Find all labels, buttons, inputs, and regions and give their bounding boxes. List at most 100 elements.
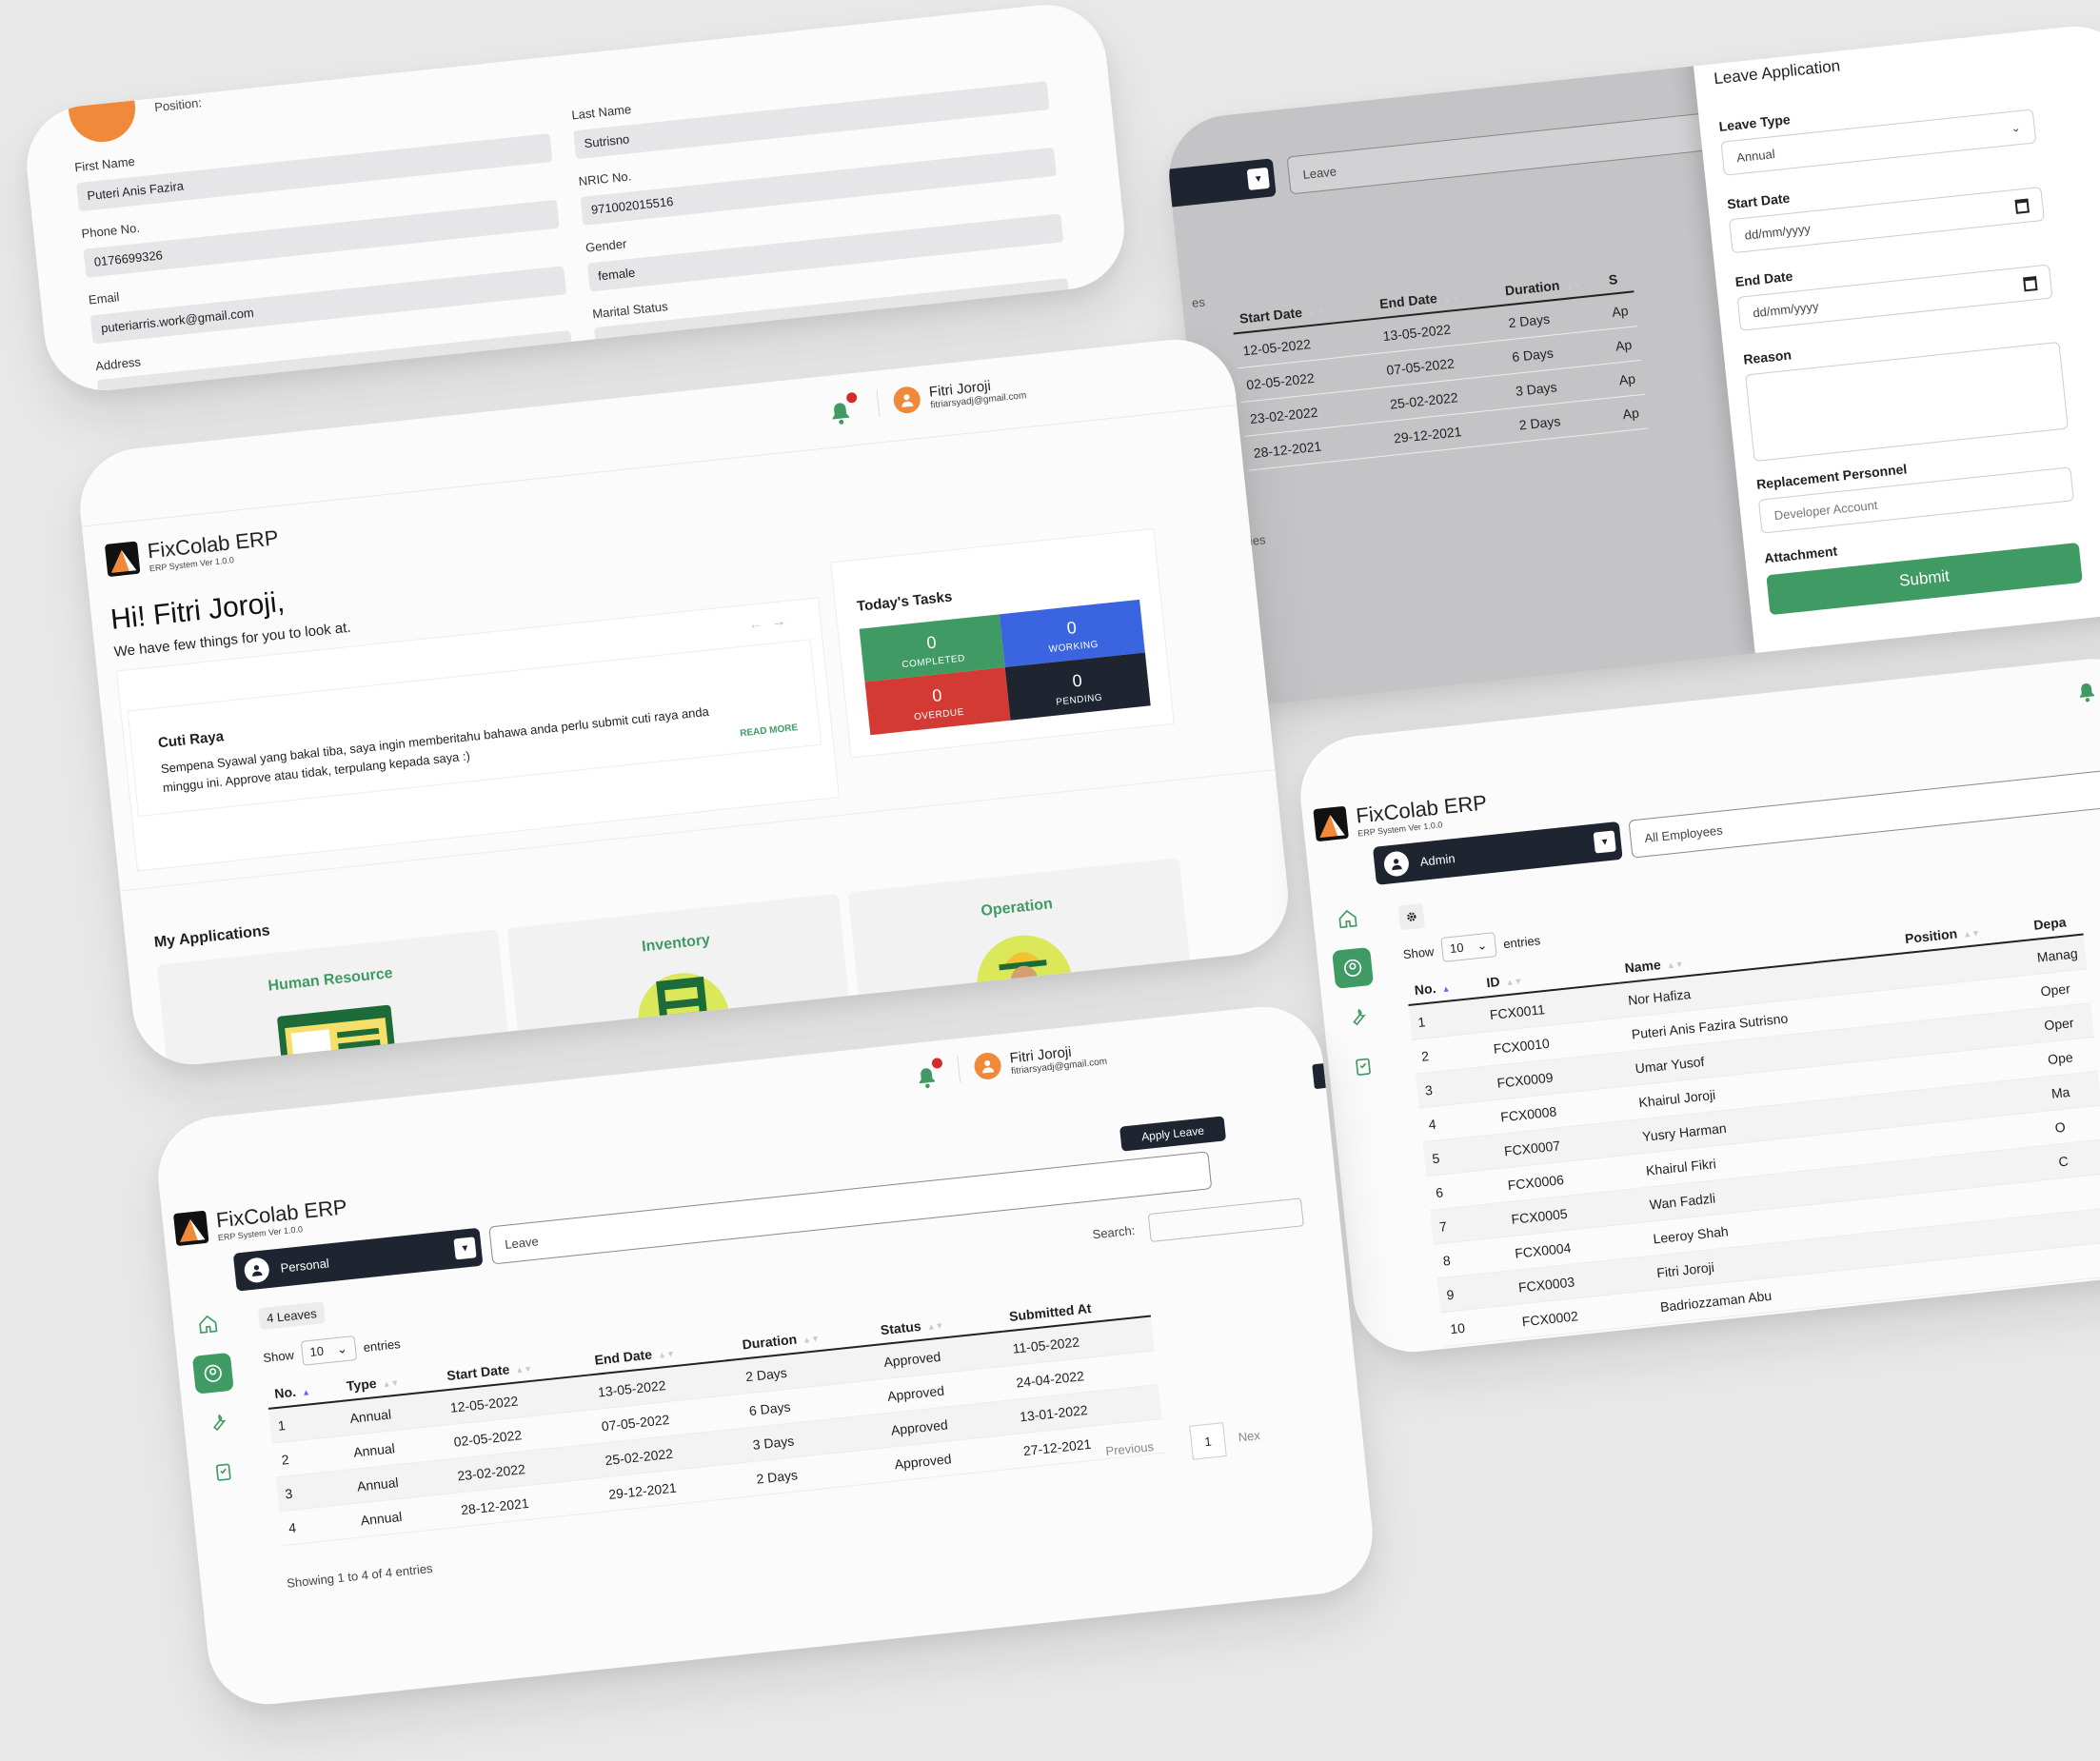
wrench-icon (213, 1414, 227, 1432)
employees-table: No. ▲ ID ▲▼ Name ▲▼ Position ▲▼ Depa 1 FCX001… (1405, 906, 2100, 1347)
reason-textarea[interactable] (1745, 341, 2069, 463)
first-name-field[interactable]: Puteri Anis Fazira (76, 133, 553, 212)
attachment-label: Attachment (1763, 543, 1838, 566)
role-select[interactable]: ▼ (1163, 158, 1277, 211)
start-date-label: Start Date (1726, 189, 1791, 212)
brand-logo[interactable]: FixColab ERP ERP System Ver 1.0.0 (171, 1194, 349, 1248)
email-label: Email (88, 289, 121, 307)
gender-label: Gender (584, 236, 628, 255)
calendar-icon[interactable] (2022, 275, 2038, 291)
bell-icon (2079, 683, 2095, 702)
home-icon (1338, 909, 1357, 929)
user-icon (1382, 850, 1411, 878)
human-resource-icon (277, 1004, 399, 1071)
sidebar-personal[interactable] (191, 1352, 234, 1395)
carousel-next-arrow[interactable]: → (771, 613, 787, 630)
sidebar-tools[interactable] (1337, 997, 1379, 1039)
profile-avatar (65, 71, 139, 146)
read-more-link[interactable]: READ MORE (740, 722, 799, 739)
phone-field[interactable]: 0176699326 (83, 199, 560, 278)
calendar-icon[interactable] (2014, 197, 2030, 214)
brand-logo[interactable]: FixColab ERP ERP System Ver 1.0.0 (103, 524, 281, 579)
sidebar-home[interactable] (1327, 898, 1369, 940)
employee-filter-select[interactable]: All Employees (1628, 764, 2100, 859)
email-field[interactable]: puteriarris.work@gmail.com (89, 266, 567, 345)
announcement-body: Sempena Syawal yang bakal tiba, saya ing… (160, 703, 710, 796)
app-inventory[interactable]: Inventory (506, 893, 855, 1071)
last-name-label: Last Name (570, 102, 632, 123)
user-menu[interactable]: Fitri Joroji fitriarsyadj@gmail.com (876, 374, 1027, 417)
employees-panel: FixColab ERP ERP System Ver 1.0.0 Admin … (1295, 652, 2100, 1358)
app-operation[interactable]: Operation (847, 858, 1196, 1044)
page-length-select[interactable]: 10 ⌄ (300, 1336, 358, 1366)
position-label: Position: (153, 95, 203, 115)
notification-dot (931, 1057, 943, 1070)
leave-type-label: Leave Type (1717, 111, 1792, 134)
leave-count-badge: 4 Leaves (257, 1301, 326, 1331)
personal-leave-table: No. ▲ Type ▲▼ Start Date ▲▼ End Date ▲▼ Dura… (265, 1288, 1166, 1546)
leave-application-panel: ▼ Leave es Start Date ▲▼ End Date ▲▼ Durat… (1163, 20, 2100, 709)
chevron-down-icon: ▼ (453, 1237, 477, 1260)
announcement-inner: Cuti Raya Sempena Syawal yang bakal tiba… (127, 639, 822, 818)
announcement-title: Cuti Raya (157, 728, 225, 752)
last-name-field[interactable]: Sutrisno (573, 81, 1050, 160)
gender-field[interactable]: female (586, 213, 1064, 292)
brand-logo[interactable]: FixColab ERP ERP System Ver 1.0.0 (1311, 789, 1489, 843)
chevron-down-icon: ⌄ (2010, 120, 2022, 135)
topbar-divider (81, 405, 1238, 527)
notification-bell[interactable] (824, 391, 858, 429)
leave-application-modal: Leave Application Leave Type Annual ⌄ St… (1691, 20, 2100, 654)
gear-icon (1407, 912, 1417, 921)
settings-button[interactable] (1397, 902, 1426, 931)
page-length-select[interactable]: 10 ⌄ (1439, 932, 1497, 963)
home-icon (199, 1315, 218, 1335)
table-footer-info: Showing 1 to 4 of 4 entries (286, 1560, 434, 1591)
notification-dot (845, 391, 858, 404)
pagination-next[interactable]: Nex (1238, 1428, 1261, 1444)
notification-bell[interactable] (2073, 679, 2100, 706)
sidebar-clipboard[interactable] (1342, 1045, 1384, 1087)
sidebar-employees[interactable] (1332, 946, 1375, 989)
sidebar-tools[interactable] (197, 1402, 239, 1444)
modal-title: Leave Application (1713, 56, 1841, 89)
fixcolab-logo-icon (173, 1210, 209, 1246)
page-length: Show 10 ⌄ entries (262, 1336, 402, 1366)
module-select[interactable]: Leave (1286, 109, 1746, 195)
user-menu[interactable]: Fitri Joroji fitriarsyadj@gmail.com (957, 1039, 1108, 1083)
dashboard-panel: Fitri Joroji fitriarsyadj@gmail.com FixC… (74, 333, 1295, 1071)
chevron-down-icon: ▼ (1593, 830, 1616, 854)
wrench-icon (1353, 1008, 1366, 1026)
staff-id: Staff ID: FCX0 (151, 72, 233, 96)
search-input[interactable] (1147, 1197, 1304, 1243)
address-field[interactable] (96, 329, 574, 397)
first-name-label: First Name (73, 153, 136, 175)
sidebar-home[interactable] (187, 1303, 228, 1345)
inventory-icon (638, 973, 730, 1067)
notification-bell[interactable] (912, 1057, 943, 1093)
chevron-down-icon: ▼ (1246, 167, 1270, 190)
module-select[interactable]: Leave (488, 1151, 1213, 1265)
pagination-page-1[interactable]: 1 (1189, 1422, 1227, 1460)
app-human-resource[interactable]: Human Resource (156, 929, 514, 1071)
tasks-title: Today's Tasks (856, 588, 954, 615)
marital-status-field[interactable] (593, 278, 1071, 357)
sidebar-clipboard[interactable] (203, 1451, 245, 1493)
operation-icon (977, 935, 1073, 1033)
clipboard-icon (1356, 1058, 1371, 1076)
profile-form-panel: Staff ID: FCX0 Position: First Name Pute… (21, 0, 1131, 397)
address-label: Address (94, 354, 142, 374)
search-label: Search: (1091, 1222, 1136, 1242)
collapse-toggle[interactable] (1312, 1063, 1326, 1090)
fixcolab-logo-icon (1313, 806, 1349, 841)
nric-field[interactable]: 971002015516 (580, 147, 1057, 226)
chevron-down-icon: ⌄ (336, 1340, 348, 1356)
apply-leave-button[interactable]: Apply Leave (1119, 1116, 1227, 1152)
carousel-prev-arrow[interactable]: ← (748, 615, 764, 632)
user-avatar (892, 385, 922, 415)
user-avatar (973, 1051, 1002, 1081)
fixcolab-logo-icon (105, 541, 141, 577)
phone-label: Phone No. (80, 220, 141, 242)
marital-status-label: Marital Status (591, 299, 669, 322)
leave-table-bg: Start Date ▲▼ End Date ▲▼ Duration ▲▼ S 12-… (1230, 264, 1649, 471)
todays-tasks-card: Today's Tasks 0 COMPLETED 0 WORKING 0 OV… (830, 527, 1175, 759)
